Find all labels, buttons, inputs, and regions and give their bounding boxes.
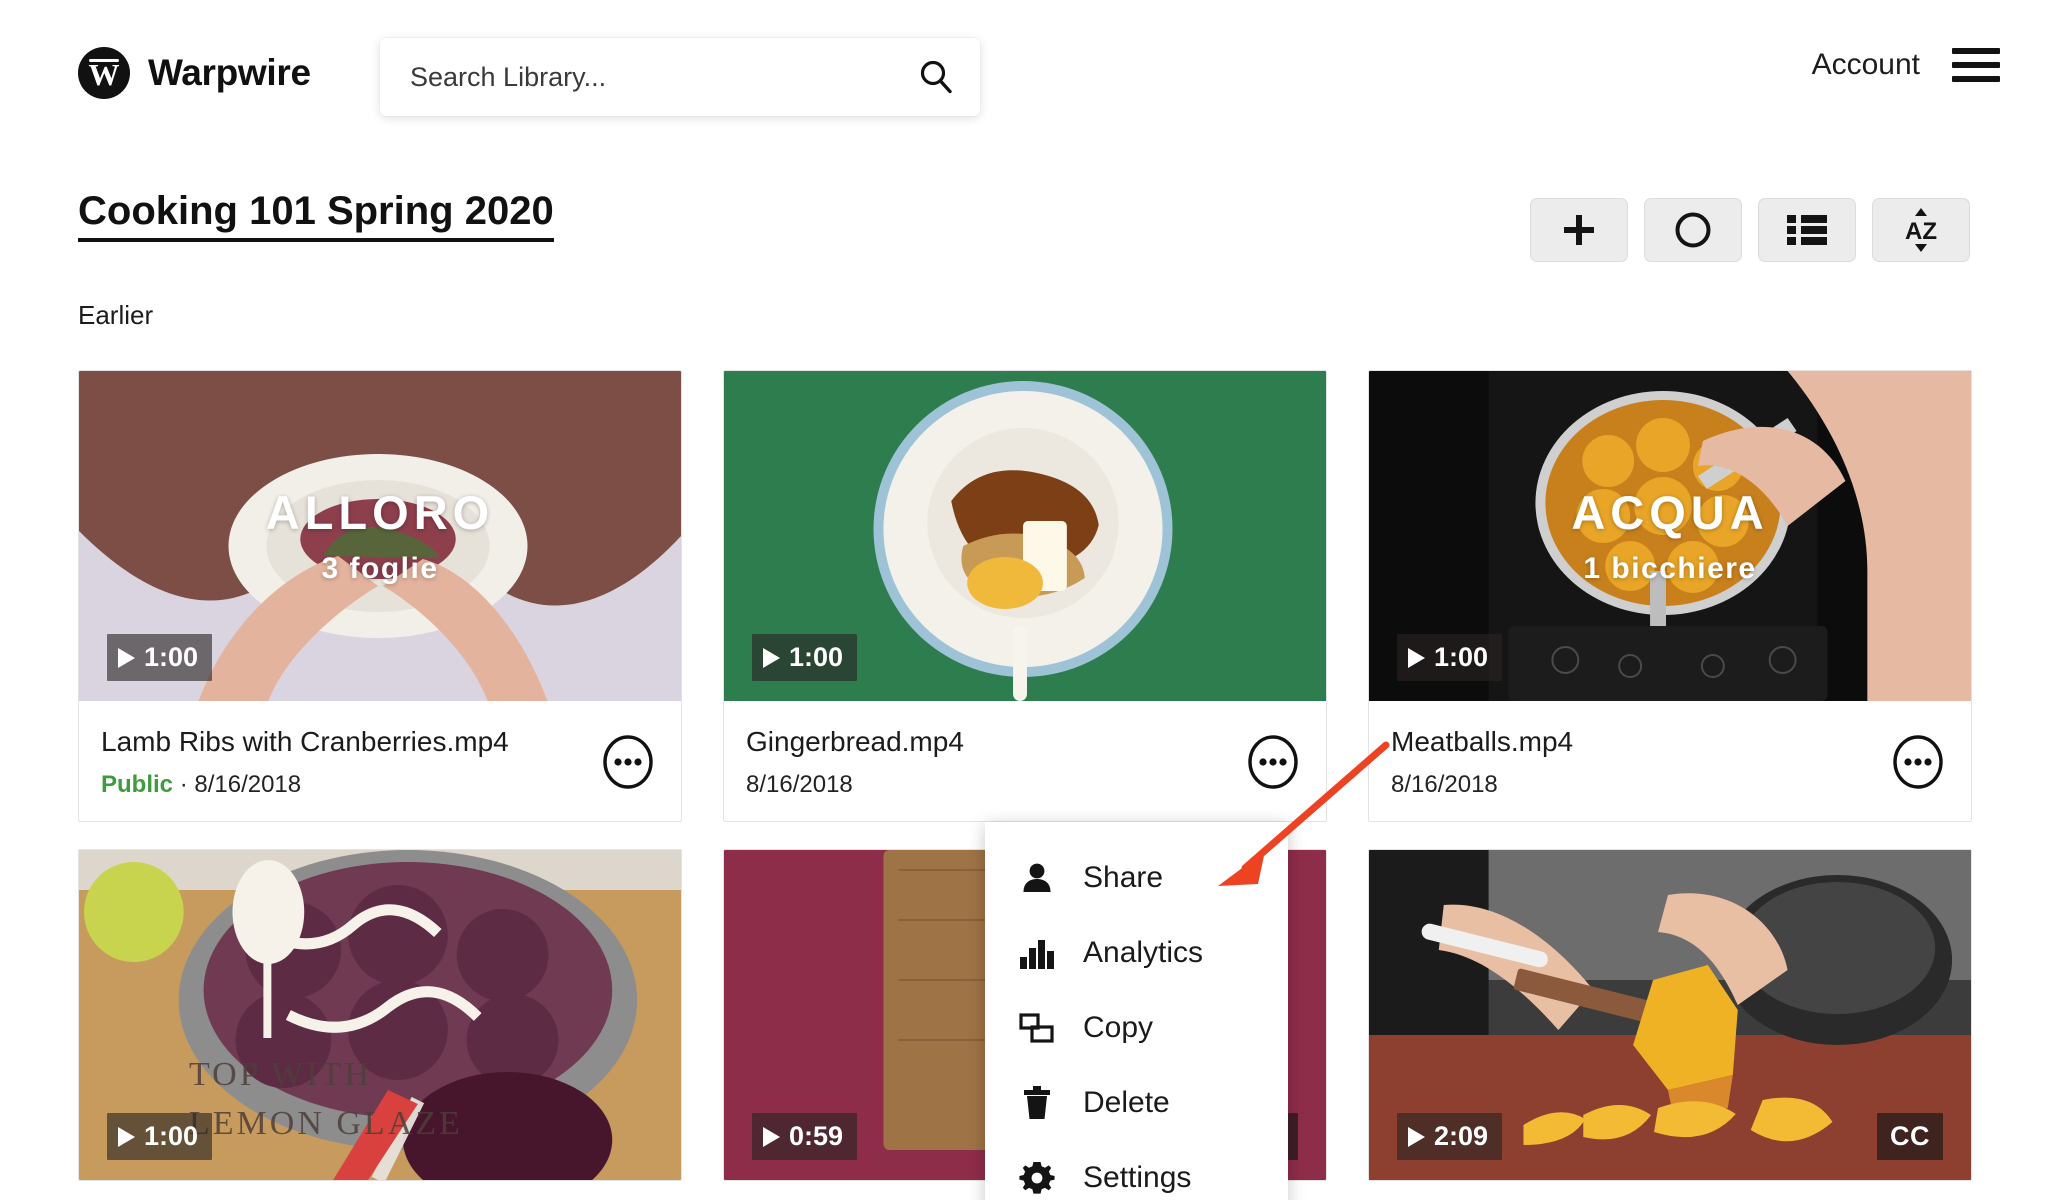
menu-item-settings[interactable]: Settings — [985, 1140, 1288, 1200]
menu-item-delete[interactable]: Delete — [985, 1065, 1288, 1140]
copy-icon — [1019, 1010, 1055, 1046]
record-button[interactable] — [1644, 198, 1742, 262]
context-menu[interactable]: Share Analytics Copy Delete Settings — [985, 822, 1288, 1200]
title-row: Cooking 101 Spring 2020 AZ — [78, 190, 1970, 270]
play-icon — [118, 1126, 135, 1147]
thumbnail[interactable]: 2:09 CC — [1369, 850, 1971, 1180]
menu-item-analytics[interactable]: Analytics — [985, 915, 1288, 990]
search-input[interactable] — [410, 61, 918, 93]
account-area[interactable]: Account — [1812, 48, 2000, 82]
more-options-button[interactable] — [601, 735, 655, 789]
visibility-badge: Public — [101, 770, 174, 798]
media-date: 8/16/2018 — [194, 770, 302, 798]
media-meta: Public · 8/16/2018 — [101, 771, 653, 799]
card-info: Lamb Ribs with Cranberries.mp4 Public · … — [79, 701, 681, 821]
card-info: Gingerbread.mp4 8/16/2018 — [724, 701, 1326, 821]
thumbnail[interactable]: TOP WITH LEMON GLAZE 1:00 — [79, 850, 681, 1180]
add-button[interactable] — [1530, 198, 1628, 262]
duration-badge: 1:00 — [1397, 634, 1503, 681]
play-icon — [763, 647, 780, 668]
menu-item-label: Delete — [1083, 1085, 1170, 1119]
bar-chart-icon — [1019, 935, 1055, 971]
duration-badge: 1:00 — [107, 1113, 213, 1160]
media-title[interactable]: Lamb Ribs with Cranberries.mp4 — [101, 725, 653, 759]
logo-letter: W — [88, 57, 120, 92]
overlay-serif-line1: TOP WITH — [189, 1056, 372, 1093]
duration-text: 1:00 — [1434, 642, 1489, 672]
duration-text: 0:59 — [789, 1121, 844, 1151]
circle-icon — [1672, 209, 1714, 251]
svg-text:AZ: AZ — [1905, 218, 1937, 245]
media-card[interactable]: 1:00 Gingerbread.mp4 8/16/2018 — [723, 370, 1327, 822]
brand-logo[interactable]: W Warpwire — [78, 47, 311, 99]
brand-name: Warpwire — [148, 52, 311, 93]
duration-badge: 0:59 — [752, 1113, 858, 1160]
meta-separator: · — [179, 770, 195, 798]
section-label: Earlier — [78, 300, 154, 330]
app-header: W Warpwire Account — [0, 0, 2048, 148]
card-info: Meatballs.mp4 8/16/2018 — [1369, 701, 1971, 821]
thumbnail[interactable]: 1:00 — [724, 371, 1326, 701]
more-options-button[interactable] — [1246, 735, 1300, 789]
duration-text: 2:09 — [1434, 1121, 1489, 1151]
play-icon — [1408, 1126, 1425, 1147]
person-icon — [1019, 860, 1055, 896]
menu-item-label: Copy — [1083, 1010, 1154, 1044]
plus-icon — [1559, 210, 1599, 250]
media-card[interactable]: ACQUA 1 bicchiere 1:00 Meatballs.mp4 8/1… — [1368, 370, 1972, 822]
play-icon — [763, 1126, 780, 1147]
cc-badge: CC — [1877, 1113, 1943, 1160]
duration-badge: 1:00 — [107, 634, 213, 681]
media-meta: 8/16/2018 — [1391, 771, 1943, 799]
app-root: W Warpwire Account Cooking 101 Spring 20… — [0, 0, 2048, 1200]
list-icon — [1785, 212, 1829, 248]
play-icon — [118, 647, 135, 668]
media-card[interactable]: TOP WITH LEMON GLAZE 1:00 — [78, 849, 682, 1181]
gear-icon — [1019, 1160, 1055, 1196]
hamburger-menu-icon[interactable] — [1952, 48, 2000, 82]
menu-item-label: Analytics — [1083, 935, 1204, 969]
thumbnail[interactable]: ALLORO 3 foglie 1:00 — [79, 371, 681, 701]
thumbnail-overlay-serif: TOP WITH LEMON GLAZE — [189, 1050, 463, 1149]
menu-item-label: Settings — [1083, 1160, 1192, 1194]
menu-item-label: Share — [1083, 860, 1164, 894]
media-card[interactable]: 2:09 CC — [1368, 849, 1972, 1181]
media-date: 8/16/2018 — [1391, 770, 1498, 798]
list-view-button[interactable] — [1758, 198, 1856, 262]
overlay-serif-line2: LEMON GLAZE — [189, 1105, 463, 1143]
menu-item-copy[interactable]: Copy — [985, 990, 1288, 1065]
search-bar[interactable] — [380, 38, 980, 116]
account-label[interactable]: Account — [1812, 48, 1920, 82]
search-icon[interactable] — [918, 59, 954, 95]
media-card[interactable]: ALLORO 3 foglie 1:00 Lamb Ribs with Cran… — [78, 370, 682, 822]
duration-text: 1:00 — [144, 642, 199, 672]
page-title: Cooking 101 Spring 2020 — [78, 190, 554, 242]
duration-text: 1:00 — [144, 1121, 199, 1151]
media-meta: 8/16/2018 — [746, 771, 1298, 799]
thumbnail[interactable]: ACQUA 1 bicchiere 1:00 — [1369, 371, 1971, 701]
warpwire-logo-icon: W — [78, 47, 130, 99]
duration-text: 1:00 — [789, 642, 844, 672]
trash-icon — [1019, 1085, 1055, 1121]
sort-az-icon: AZ — [1898, 206, 1944, 254]
sort-button[interactable]: AZ — [1872, 198, 1970, 262]
view-toolbar: AZ — [1530, 198, 1970, 262]
media-title[interactable]: Meatballs.mp4 — [1391, 725, 1943, 759]
duration-badge: 2:09 — [1397, 1113, 1503, 1160]
media-date: 8/16/2018 — [746, 770, 853, 798]
media-title[interactable]: Gingerbread.mp4 — [746, 725, 1298, 759]
more-options-button[interactable] — [1891, 735, 1945, 789]
menu-item-share[interactable]: Share — [985, 840, 1288, 915]
play-icon — [1408, 647, 1425, 668]
duration-badge: 1:00 — [752, 634, 858, 681]
